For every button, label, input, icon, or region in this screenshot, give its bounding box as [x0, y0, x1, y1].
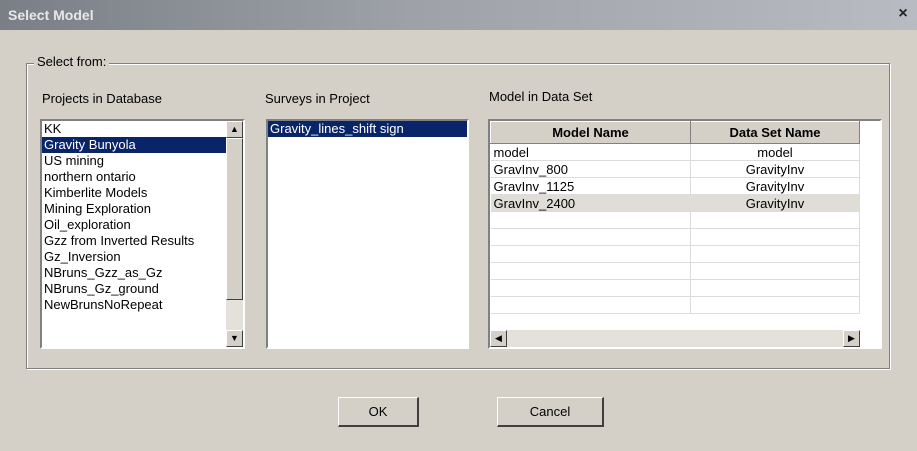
model-name-cell[interactable]	[490, 228, 691, 246]
table-row[interactable]: GravInv_1125 GravityInv	[490, 177, 860, 195]
data-set-name-cell[interactable]	[690, 245, 860, 263]
project-list-item[interactable]: Gravity Bunyola	[42, 137, 226, 153]
table-row[interactable]: GravInv_800 GravityInv	[490, 160, 860, 178]
projects-label: Projects in Database	[42, 91, 162, 106]
model-name-cell[interactable]	[490, 245, 691, 263]
group-label: Select from:	[34, 54, 110, 69]
table-row[interactable]: model model	[490, 143, 860, 161]
projects-list: KK Gravity Bunyola US mining northern ontar…	[42, 121, 226, 313]
models-label: Model in Data Set	[489, 89, 593, 104]
model-name-cell[interactable]	[490, 211, 691, 229]
table-row[interactable]	[490, 279, 860, 297]
models-horizontal-scrollbar[interactable]: ◀ ▶	[490, 330, 860, 347]
scroll-left-icon[interactable]: ◀	[490, 330, 507, 347]
data-set-name-cell[interactable]: GravityInv	[690, 177, 860, 195]
projects-vertical-scrollbar[interactable]: ▲ ▼	[226, 121, 243, 347]
scroll-down-icon[interactable]: ▼	[226, 330, 243, 347]
models-grid[interactable]: Model Name Data Set Name model model GravI…	[488, 119, 882, 349]
table-row[interactable]	[490, 245, 860, 263]
table-row[interactable]	[490, 211, 860, 229]
surveys-list: Gravity_lines_shift sign	[268, 121, 467, 137]
projects-listbox[interactable]: KK Gravity Bunyola US mining northern ontar…	[40, 119, 245, 349]
dialog-body: Select from: Projects in Database KK Grav…	[0, 30, 917, 451]
project-list-item[interactable]: Mining Exploration	[42, 201, 226, 217]
model-name-cell[interactable]	[490, 296, 691, 314]
project-list-item[interactable]: Oil_exploration	[42, 217, 226, 233]
model-name-cell[interactable]: GravInv_2400	[490, 194, 691, 212]
data-set-name-cell[interactable]: GravityInv	[690, 160, 860, 178]
scroll-thumb[interactable]	[226, 138, 243, 300]
project-list-item[interactable]: US mining	[42, 153, 226, 169]
data-set-name-cell[interactable]	[690, 279, 860, 297]
data-set-name-cell[interactable]	[690, 228, 860, 246]
scroll-right-icon[interactable]: ▶	[843, 330, 860, 347]
surveys-label: Surveys in Project	[265, 91, 370, 106]
surveys-listbox[interactable]: Gravity_lines_shift sign	[266, 119, 469, 349]
model-name-cell[interactable]: GravInv_800	[490, 160, 691, 178]
data-set-name-cell[interactable]	[690, 262, 860, 280]
project-list-item[interactable]: Kimberlite Models	[42, 185, 226, 201]
data-set-name-cell[interactable]: GravityInv	[690, 194, 860, 212]
cancel-button[interactable]: Cancel	[497, 397, 604, 427]
table-row[interactable]: GravInv_2400 GravityInv	[490, 194, 860, 212]
project-list-item[interactable]: KK	[42, 121, 226, 137]
table-row[interactable]	[490, 262, 860, 280]
project-list-item[interactable]: NBruns_Gz_ground	[42, 281, 226, 297]
close-icon[interactable]: ×	[895, 6, 911, 23]
table-row[interactable]	[490, 296, 860, 314]
model-name-cell[interactable]: GravInv_1125	[490, 177, 691, 195]
project-list-item[interactable]: northern ontario	[42, 169, 226, 185]
model-name-cell[interactable]	[490, 262, 691, 280]
column-header-model-name[interactable]: Model Name	[490, 121, 691, 144]
models-table: Model Name Data Set Name model model GravI…	[490, 121, 860, 314]
data-set-name-cell[interactable]	[690, 296, 860, 314]
project-list-item[interactable]: Gzz from Inverted Results	[42, 233, 226, 249]
column-header-data-set-name[interactable]: Data Set Name	[690, 121, 860, 144]
project-list-item[interactable]: NBruns_Gzz_as_Gz	[42, 265, 226, 281]
model-name-cell[interactable]	[490, 279, 691, 297]
table-row[interactable]	[490, 228, 860, 246]
survey-list-item[interactable]: Gravity_lines_shift sign	[268, 121, 467, 137]
scroll-up-icon[interactable]: ▲	[226, 121, 243, 138]
data-set-name-cell[interactable]	[690, 211, 860, 229]
project-list-item[interactable]: Gz_Inversion	[42, 249, 226, 265]
project-list-item[interactable]: NewBrunsNoRepeat	[42, 297, 226, 313]
ok-button[interactable]: OK	[338, 397, 419, 427]
model-name-cell[interactable]: model	[490, 143, 691, 161]
title-bar: Select Model ×	[0, 0, 917, 30]
data-set-name-cell[interactable]: model	[690, 143, 860, 161]
window-title: Select Model	[8, 7, 94, 23]
